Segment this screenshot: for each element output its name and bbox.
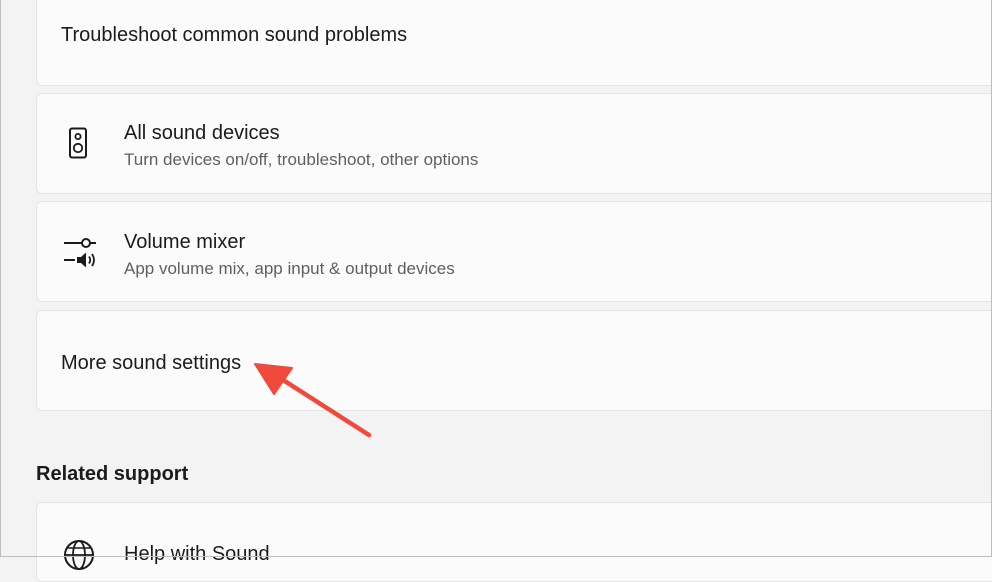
help-with-sound-card[interactable]: Help with Sound [36, 502, 992, 582]
troubleshoot-card[interactable]: Troubleshoot common sound problems [36, 0, 992, 86]
globe-icon [64, 540, 94, 570]
more-sound-settings-card[interactable]: More sound settings [36, 310, 992, 411]
volume-mixer-icon [64, 238, 96, 267]
volume-mixer-card[interactable]: Volume mixer App volume mix, app input &… [36, 201, 992, 302]
help-with-sound-title: Help with Sound [124, 543, 270, 565]
more-sound-settings-title: More sound settings [61, 352, 242, 374]
all-sound-devices-title: All sound devices [124, 122, 280, 144]
all-sound-devices-card[interactable]: All sound devices Turn devices on/off, t… [36, 93, 992, 194]
volume-mixer-title: Volume mixer [124, 231, 246, 253]
speaker-icon [69, 127, 87, 159]
troubleshoot-title: Troubleshoot common sound problems [61, 24, 408, 46]
all-sound-devices-subtitle: Turn devices on/off, troubleshoot, other… [124, 150, 479, 169]
volume-mixer-subtitle: App volume mix, app input & output devic… [124, 259, 455, 278]
related-support-heading: Related support [36, 463, 189, 485]
